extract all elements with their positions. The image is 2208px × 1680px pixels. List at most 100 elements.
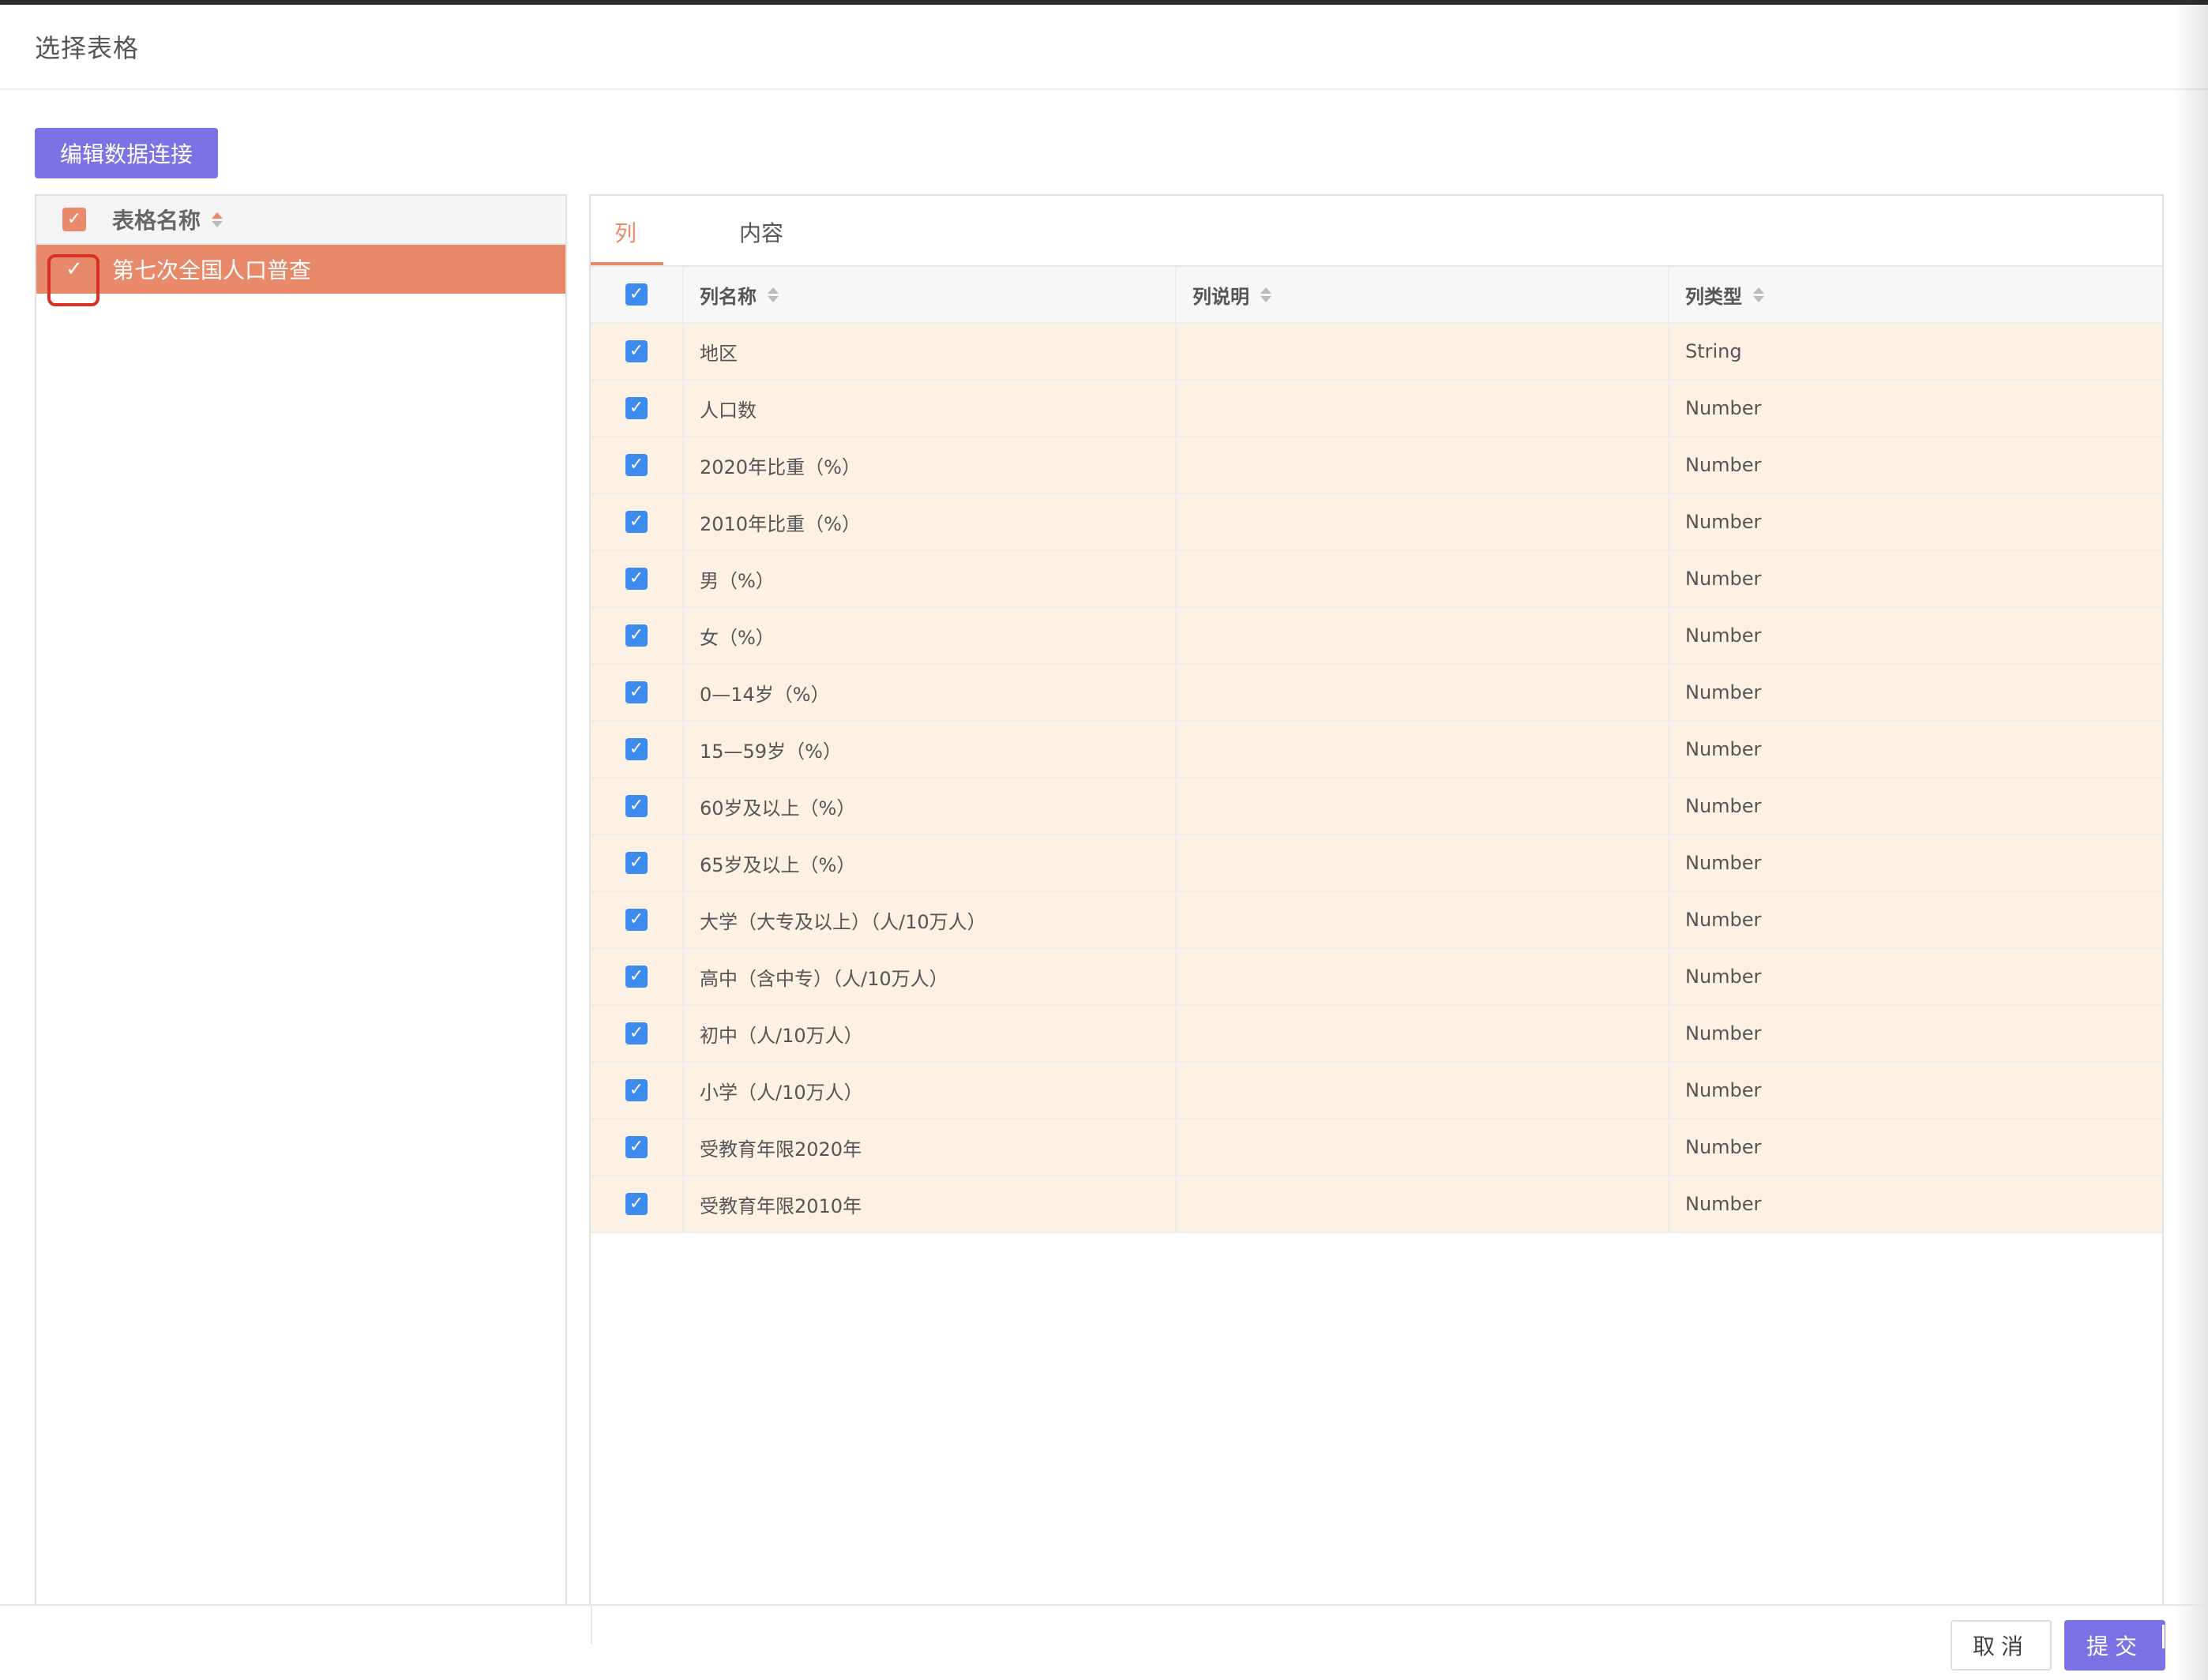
row-checkbox[interactable]: ✓: [625, 795, 648, 817]
check-icon: ✓: [629, 909, 644, 929]
check-icon: ✓: [629, 1137, 644, 1157]
row-checkbox-cell: ✓: [591, 722, 684, 777]
table-row[interactable]: ✓ 15—59岁（%） Number: [591, 722, 2162, 778]
column-description-cell[interactable]: [1177, 665, 1669, 720]
column-description-cell[interactable]: [1177, 722, 1669, 777]
row-checkbox[interactable]: ✓: [625, 1079, 648, 1101]
column-type-cell: Number: [1685, 1193, 1762, 1215]
table-row[interactable]: ✓ 60岁及以上（%） Number: [591, 778, 2162, 835]
tab-content[interactable]: 内容: [739, 216, 783, 248]
column-name-cell: 人口数: [684, 381, 1177, 436]
column-description-cell[interactable]: [1177, 949, 1669, 1004]
column-description-cell[interactable]: [1177, 551, 1669, 606]
row-checkbox[interactable]: ✓: [625, 1136, 648, 1158]
check-icon: ✓: [629, 1080, 644, 1100]
column-description-cell[interactable]: [1177, 1176, 1669, 1232]
row-checkbox[interactable]: ✓: [625, 568, 648, 590]
column-type-cell: Number: [1685, 511, 1762, 533]
table-row[interactable]: ✓ 受教育年限2020年 Number: [591, 1119, 2162, 1176]
check-icon: ✓: [629, 1023, 644, 1043]
column-description-cell[interactable]: [1177, 608, 1669, 663]
table-row-checkbox-cell: ✓: [36, 254, 112, 306]
active-tab-indicator: [591, 262, 663, 265]
column-description-cell[interactable]: [1177, 494, 1669, 549]
column-description-cell[interactable]: [1177, 437, 1669, 493]
row-checkbox[interactable]: ✓: [625, 624, 648, 647]
table-row[interactable]: ✓ 小学（人/10万人） Number: [591, 1063, 2162, 1119]
column-name-header-label: 列名称: [700, 285, 757, 308]
submit-button[interactable]: 提交: [2064, 1620, 2165, 1671]
column-description-cell[interactable]: [1177, 835, 1669, 891]
table-list-panel: ✓ 表格名称 ✓ 第七次全国人口普查: [35, 194, 567, 1604]
select-all-tables-checkbox[interactable]: ✓: [62, 208, 86, 231]
table-row[interactable]: ✓ 人口数 Number: [591, 381, 2162, 437]
row-checkbox-cell: ✓: [591, 608, 684, 663]
column-description-header-label: 列说明: [1192, 285, 1249, 308]
row-checkbox-cell: ✓: [591, 1119, 684, 1175]
row-checkbox[interactable]: ✓: [625, 966, 648, 988]
table-name-header[interactable]: 表格名称: [112, 204, 201, 235]
table-row[interactable]: ✓ 地区 String: [591, 324, 2162, 381]
table-row[interactable]: ✓ 2020年比重（%） Number: [591, 437, 2162, 494]
row-checkbox[interactable]: ✓: [625, 1193, 648, 1215]
row-checkbox[interactable]: ✓: [625, 1022, 648, 1044]
table-row[interactable]: ✓ 65岁及以上（%） Number: [591, 835, 2162, 892]
sort-desc-icon: [212, 220, 223, 227]
column-description-cell[interactable]: [1177, 778, 1669, 834]
column-description-cell[interactable]: [1177, 1063, 1669, 1118]
row-checkbox[interactable]: ✓: [625, 852, 648, 874]
table-row[interactable]: ✓ 女（%） Number: [591, 608, 2162, 665]
check-icon: ✓: [629, 682, 644, 702]
row-checkbox[interactable]: ✓: [625, 397, 648, 419]
table-row[interactable]: ✓ 2010年比重（%） Number: [591, 494, 2162, 551]
column-type-header[interactable]: 列类型: [1669, 267, 2162, 322]
column-name-cell: 大学（大专及以上）（人/10万人）: [684, 892, 1177, 947]
sort-icon[interactable]: [768, 287, 779, 302]
column-name-cell: 65岁及以上（%）: [684, 835, 1177, 891]
tab-columns[interactable]: 列: [614, 216, 636, 248]
row-checkbox[interactable]: ✓: [625, 681, 648, 703]
row-checkbox-cell: ✓: [591, 1176, 684, 1232]
sort-icon[interactable]: [1753, 287, 1764, 302]
column-type-cell: Number: [1685, 568, 1762, 590]
sort-asc-icon: [212, 212, 223, 219]
row-checkbox-cell: ✓: [591, 494, 684, 549]
table-row[interactable]: ✓ 0—14岁（%） Number: [591, 665, 2162, 722]
column-description-cell[interactable]: [1177, 324, 1669, 379]
cancel-button[interactable]: 取消: [1951, 1620, 2052, 1671]
table-list-body: ✓ 第七次全国人口普查: [36, 245, 565, 306]
table-row[interactable]: ✓ 受教育年限2010年 Number: [591, 1176, 2162, 1233]
column-type-cell: Number: [1685, 738, 1762, 760]
footer-separator: [591, 1606, 592, 1644]
column-description-cell[interactable]: [1177, 381, 1669, 436]
table-row[interactable]: ✓ 初中（人/10万人） Number: [591, 1006, 2162, 1063]
row-checkbox[interactable]: ✓: [625, 454, 648, 476]
select-all-columns-checkbox[interactable]: ✓: [625, 283, 648, 306]
row-checkbox[interactable]: ✓: [625, 340, 648, 362]
sort-icon[interactable]: [212, 212, 223, 227]
columns-grid-body: ✓ 地区 String ✓ 人口数 Number ✓ 2020年比重（%） Number ✓ 201…: [591, 324, 2162, 1233]
column-description-cell[interactable]: [1177, 892, 1669, 947]
column-name-header[interactable]: 列名称: [684, 267, 1177, 322]
column-name-cell: 高中（含中专）（人/10万人）: [684, 949, 1177, 1004]
column-name-cell: 2020年比重（%）: [684, 437, 1177, 493]
edit-data-connection-button[interactable]: 编辑数据连接: [35, 128, 218, 178]
column-description-cell[interactable]: [1177, 1006, 1669, 1061]
focus-ring: [47, 254, 100, 306]
table-list-row[interactable]: ✓ 第七次全国人口普查: [36, 245, 565, 306]
column-type-cell: Number: [1685, 795, 1762, 817]
tabs: 列 内容: [591, 196, 2162, 267]
table-row[interactable]: ✓ 高中（含中专）（人/10万人） Number: [591, 949, 2162, 1006]
column-type-cell: Number: [1685, 852, 1762, 874]
column-description-cell[interactable]: [1177, 1119, 1669, 1175]
column-description-header[interactable]: 列说明: [1177, 267, 1669, 322]
table-row[interactable]: ✓ 男（%） Number: [591, 551, 2162, 608]
row-checkbox-cell: ✓: [591, 1063, 684, 1118]
row-checkbox[interactable]: ✓: [625, 738, 648, 760]
table-row[interactable]: ✓ 大学（大专及以上）（人/10万人） Number: [591, 892, 2162, 949]
column-name-cell: 60岁及以上（%）: [684, 778, 1177, 834]
sort-icon[interactable]: [1260, 287, 1271, 302]
row-checkbox-cell: ✓: [591, 324, 684, 379]
row-checkbox[interactable]: ✓: [625, 511, 648, 533]
row-checkbox[interactable]: ✓: [625, 909, 648, 931]
